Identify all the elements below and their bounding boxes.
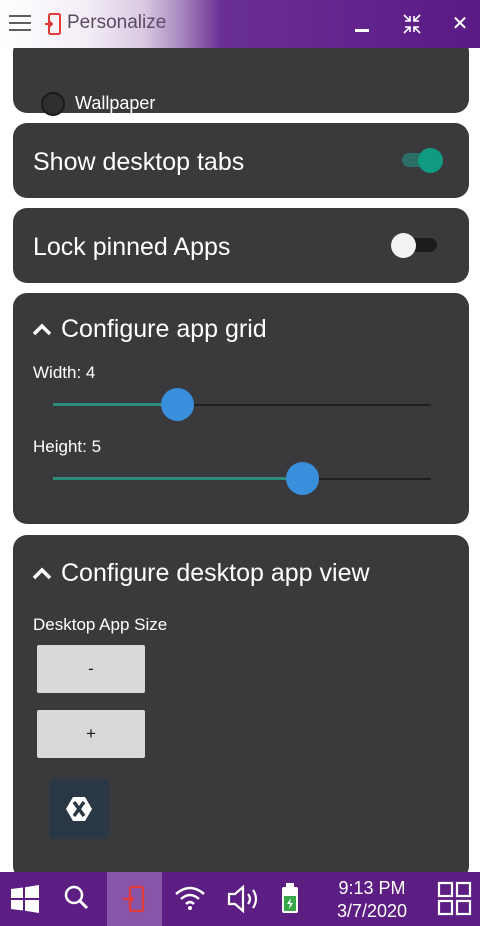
configure-desktop-app-view-title: Configure desktop app view — [61, 559, 370, 587]
chevron-up-icon — [32, 567, 52, 580]
personalize-app-icon — [45, 13, 61, 35]
wallpaper-card: Wallpaper — [13, 48, 469, 116]
increase-size-button[interactable]: + — [37, 710, 145, 758]
desktop-app-size-label: Desktop App Size — [33, 615, 168, 634]
battery-icon[interactable] — [276, 872, 304, 926]
chevron-up-icon — [32, 323, 52, 336]
grid-width-slider-thumb[interactable] — [161, 388, 195, 421]
clock-date: 3/7/2020 — [336, 901, 408, 921]
search-icon[interactable] — [58, 872, 94, 926]
clock-time: 9:13 PM — [338, 878, 406, 898]
configure-app-grid-header[interactable]: Configure app grid — [31, 315, 267, 344]
personalize-app-icon — [123, 885, 145, 913]
xamarin-app-icon[interactable] — [49, 779, 109, 839]
configure-app-grid-title: Configure app grid — [61, 315, 267, 343]
grid-width-slider[interactable] — [53, 388, 431, 421]
minimize-button[interactable] — [342, 6, 382, 42]
grid-height-slider-thumb[interactable] — [285, 462, 319, 495]
decrease-size-button[interactable]: - — [37, 645, 145, 693]
configure-desktop-app-view-header[interactable]: Configure desktop app view — [31, 559, 370, 588]
wallpaper-label: Wallpaper — [75, 93, 156, 113]
configure-desktop-app-view-card: Configure desktop app view Desktop App S… — [13, 535, 469, 872]
show-desktop-tabs-label: Show desktop tabs — [33, 148, 245, 176]
task-view-icon[interactable] — [434, 872, 476, 926]
wallpaper-radio[interactable] — [41, 92, 65, 116]
show-desktop-tabs-toggle[interactable] — [402, 146, 446, 173]
hamburger-menu-icon[interactable] — [9, 15, 31, 33]
lock-pinned-apps-label: Lock pinned Apps — [33, 233, 231, 261]
windows-start-icon[interactable] — [6, 872, 44, 926]
wifi-icon[interactable] — [172, 872, 208, 926]
taskbar-clock[interactable]: 9:13 PM 3/7/2020 — [328, 877, 416, 923]
taskbar: 9:13 PM 3/7/2020 — [0, 872, 480, 926]
settings-scroll-area[interactable]: Wallpaper Show desktop tabs Lock pinned … — [0, 48, 480, 872]
window-title: Personalize — [67, 12, 167, 33]
configure-app-grid-card: Configure app grid Width: 4 Height: 5 — [13, 293, 469, 524]
taskbar-personalize-app[interactable] — [107, 872, 162, 926]
grid-height-label: Height: 5 — [33, 437, 102, 456]
close-button[interactable]: ✕ — [440, 6, 480, 42]
grid-height-slider[interactable] — [53, 462, 431, 495]
lock-pinned-apps-card: Lock pinned Apps — [13, 208, 469, 283]
show-desktop-tabs-card: Show desktop tabs — [13, 123, 469, 198]
lock-pinned-apps-toggle[interactable] — [391, 231, 437, 258]
restore-button[interactable] — [392, 6, 432, 42]
volume-icon[interactable] — [224, 872, 264, 926]
grid-width-label: Width: 4 — [33, 363, 96, 382]
title-bar: Personalize ✕ — [0, 0, 480, 48]
